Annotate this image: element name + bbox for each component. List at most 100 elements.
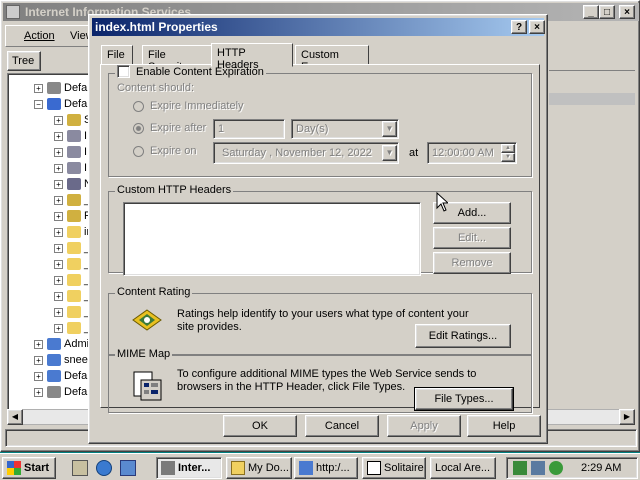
expire-time-input[interactable]: 12:00:00 AM ▲ ▼ (427, 142, 517, 164)
expand-icon[interactable]: + (54, 243, 63, 253)
expand-icon[interactable]: − (34, 99, 43, 109)
tree-item[interactable]: +_ (54, 272, 90, 288)
tree-item[interactable]: + I (54, 128, 87, 144)
expand-icon[interactable]: + (34, 83, 43, 93)
chevron-down-icon[interactable]: ▼ (382, 145, 397, 161)
expand-icon[interactable]: + (34, 371, 43, 381)
maximize-icon[interactable]: □ (599, 5, 615, 19)
expand-icon[interactable]: + (54, 323, 63, 333)
expand-icon[interactable]: + (54, 259, 63, 269)
tree-item[interactable]: +_ (54, 240, 90, 256)
scroll-left-icon[interactable]: ◀ (7, 409, 23, 425)
task-solitaire[interactable]: Solitaire (362, 457, 426, 479)
task-internet-information-services[interactable]: Inter... (156, 457, 222, 479)
tree-item[interactable]: + I (54, 144, 87, 160)
expand-icon[interactable]: + (34, 355, 43, 365)
cancel-button[interactable]: Cancel (305, 415, 379, 437)
task-my-documents[interactable]: My Do... (226, 457, 292, 479)
quicklaunch-ie-icon[interactable] (96, 460, 112, 476)
node-icon (47, 354, 61, 366)
expand-icon[interactable]: + (54, 307, 63, 317)
tree-item[interactable]: +_ (54, 304, 90, 320)
apply-button[interactable]: Apply (387, 415, 461, 437)
expire-after-input[interactable]: 1 (213, 119, 285, 139)
close-icon[interactable]: × (619, 5, 635, 19)
remove-header-button[interactable]: Remove (433, 252, 511, 274)
tree-item-label: I (84, 162, 88, 174)
task-browser[interactable]: http:/... (294, 457, 358, 479)
expand-icon[interactable]: + (54, 179, 63, 189)
expand-icon[interactable]: + (54, 115, 63, 125)
expire-date-picker[interactable]: Saturday , November 12, 2022 ▼ (213, 142, 399, 164)
expire-unit-select[interactable]: Day(s) ▼ (291, 119, 399, 139)
custom-headers-list[interactable] (123, 202, 421, 276)
expand-icon[interactable]: + (34, 387, 43, 397)
network-tray-icon[interactable] (513, 461, 527, 475)
tree-item[interactable]: +S (54, 112, 91, 128)
scroll-right-icon[interactable]: ▶ (619, 409, 635, 425)
tree-item[interactable]: + Defa (34, 368, 87, 384)
tree-item[interactable]: +_ (54, 256, 90, 272)
expire-after-radio[interactable]: Expire after (133, 122, 206, 134)
expand-icon[interactable]: + (54, 147, 63, 157)
tree-item[interactable]: + I (54, 160, 87, 176)
tree-item[interactable]: + Defa (34, 80, 87, 96)
tree-item-label: I (84, 146, 88, 158)
quicklaunch-show-desktop-icon[interactable] (72, 460, 88, 476)
expire-immediately-radio[interactable]: Expire Immediately (133, 100, 244, 112)
tab-http-headers-label: HTTP Headers (217, 47, 259, 71)
expand-icon[interactable]: + (34, 339, 43, 349)
tree-item[interactable]: +_ (54, 192, 90, 208)
node-icon (67, 258, 81, 270)
task-local-area-connection[interactable]: Local Are... (430, 457, 496, 479)
apply-label: Apply (410, 420, 438, 432)
tab-http-headers[interactable]: HTTP Headers (211, 43, 293, 71)
expand-icon[interactable]: + (54, 131, 63, 141)
node-icon (67, 322, 81, 334)
menu-action[interactable]: Action (24, 30, 55, 42)
tree-item[interactable]: + Defa (34, 384, 87, 400)
tree-item[interactable]: + snee (34, 352, 88, 368)
dialog-close-icon[interactable]: × (529, 20, 545, 34)
tree-item[interactable]: − Defa (34, 96, 87, 112)
remove-header-label: Remove (451, 257, 493, 269)
node-icon (67, 194, 81, 206)
expand-icon[interactable]: + (54, 275, 63, 285)
spin-up-icon[interactable]: ▲ (501, 144, 515, 153)
minimize-icon[interactable]: _ (583, 5, 599, 19)
expand-icon[interactable]: + (54, 227, 63, 237)
expand-icon[interactable]: + (54, 195, 63, 205)
tree-item[interactable]: +in (54, 224, 93, 240)
tab-file[interactable]: File (101, 45, 133, 65)
expand-icon[interactable]: + (54, 163, 63, 173)
edit-header-button[interactable]: Edit... (433, 227, 511, 249)
tree-item[interactable]: +N (54, 176, 92, 192)
tab-custom-errors[interactable]: Custom Errors (295, 45, 369, 73)
tree-item[interactable]: +_ (54, 288, 90, 304)
expand-icon[interactable]: + (54, 211, 63, 221)
enable-expiration-checkbox[interactable] (117, 65, 130, 78)
help-icon[interactable]: ? (511, 20, 527, 34)
tree-tab[interactable]: Tree (7, 51, 41, 71)
quicklaunch-outlook-icon[interactable] (120, 460, 136, 476)
tab-file-security[interactable]: File Security (142, 45, 212, 73)
chevron-down-icon[interactable]: ▼ (382, 121, 397, 137)
edit-ratings-button[interactable]: Edit Ratings... (415, 324, 511, 348)
expire-on-radio[interactable]: Expire on (133, 145, 196, 157)
spin-down-icon[interactable]: ▼ (501, 153, 515, 162)
help-button[interactable]: Help (467, 415, 541, 437)
ok-label: OK (252, 420, 268, 432)
radio-selected-icon (133, 122, 144, 134)
ok-button[interactable]: OK (223, 415, 297, 437)
monitor-tray-icon[interactable] (531, 461, 545, 475)
tree-item[interactable]: + Admi (34, 336, 89, 352)
start-button[interactable]: Start (2, 457, 56, 479)
tree-view[interactable]: +Defa−Defa+S+I+I+I+N+_+F+in+_+_+_+_+_+_+… (7, 73, 93, 425)
content-rating-label: Content Rating (115, 286, 193, 298)
globe-tray-icon[interactable] (549, 461, 563, 475)
clock[interactable]: 2:29 AM (581, 462, 621, 474)
expand-icon[interactable]: + (54, 291, 63, 301)
tree-item[interactable]: +_ (54, 320, 90, 336)
tree-item[interactable]: +F (54, 208, 91, 224)
file-types-button[interactable]: File Types... (414, 387, 514, 411)
